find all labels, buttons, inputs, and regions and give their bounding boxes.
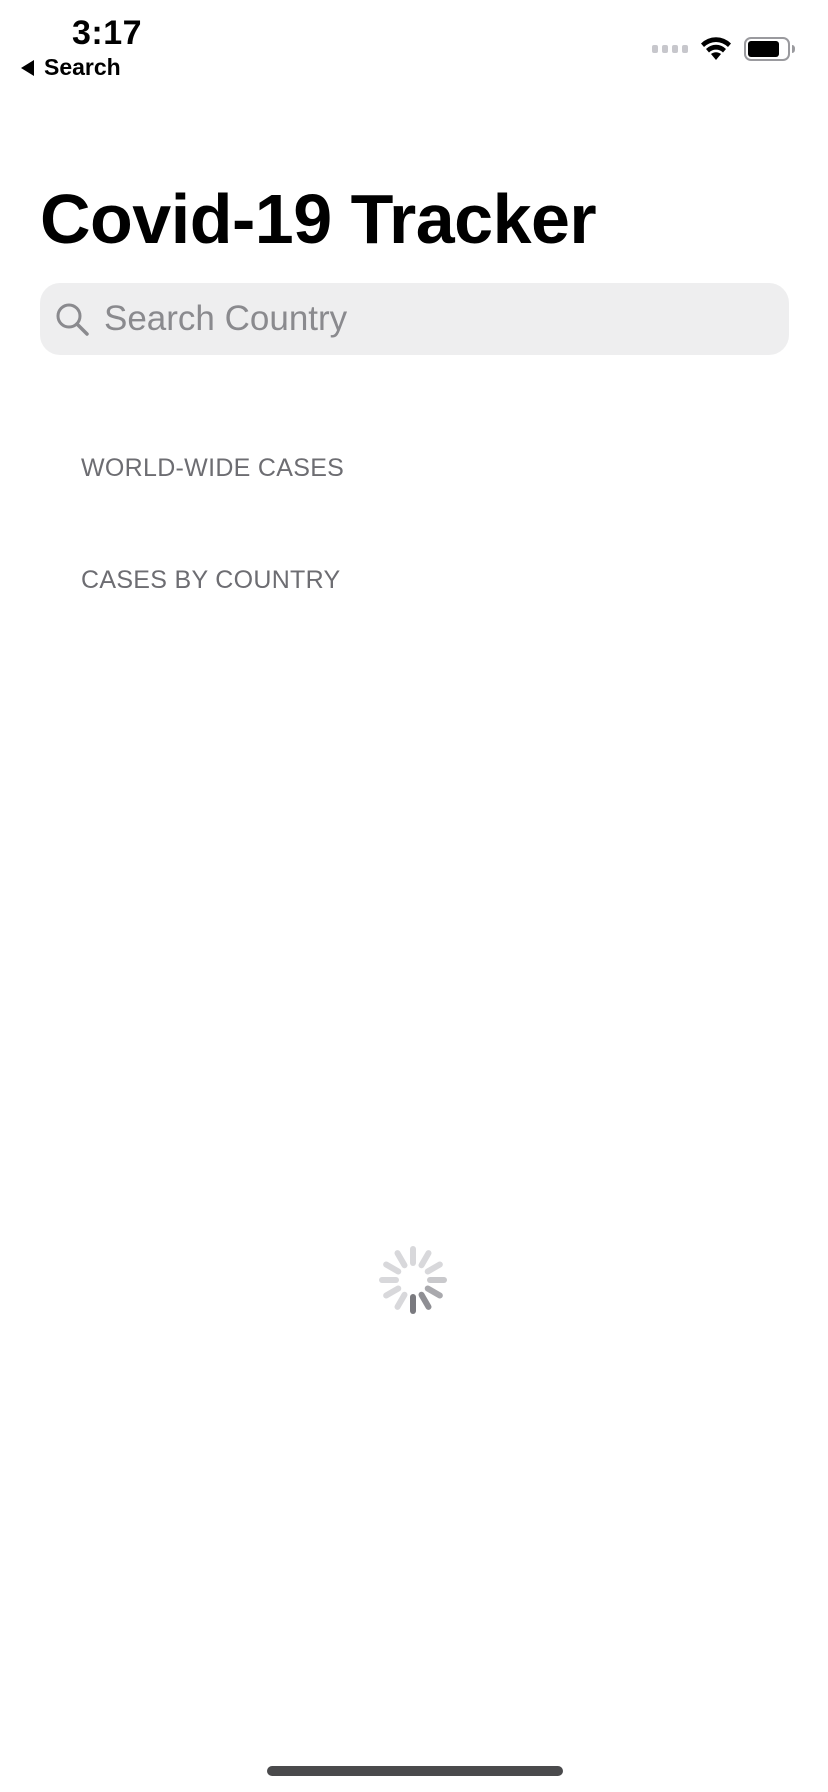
back-to-search-link[interactable]: Search [20, 54, 121, 81]
back-triangle-icon [21, 59, 34, 76]
search-icon [56, 303, 89, 336]
search-bar[interactable] [40, 283, 789, 355]
wifi-icon [701, 37, 731, 60]
cellular-signal-icon [652, 45, 688, 53]
section-header-world-wide-cases: WORLD-WIDE CASES [81, 454, 345, 482]
status-indicators [652, 36, 796, 62]
home-indicator[interactable] [267, 1766, 563, 1776]
section-header-cases-by-country: CASES BY COUNTRY [81, 566, 341, 594]
loading-spinner-icon [379, 1246, 447, 1314]
status-time: 3:17 [72, 14, 143, 52]
search-input[interactable] [104, 299, 744, 339]
back-link-label: Search [44, 54, 121, 80]
page-title: Covid-19 Tracker [40, 180, 597, 258]
battery-icon [744, 37, 795, 61]
